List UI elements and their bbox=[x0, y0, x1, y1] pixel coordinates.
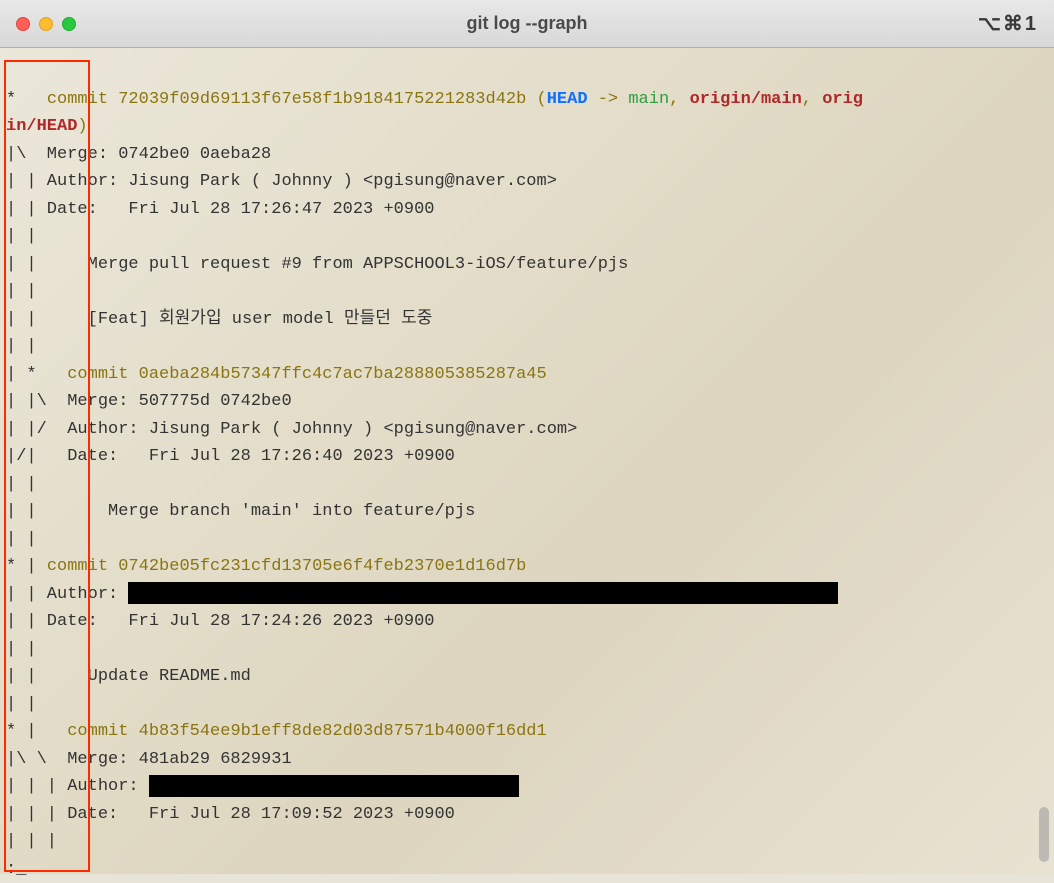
blank-line: | | | bbox=[6, 832, 67, 851]
author-line: | | Author: bbox=[6, 585, 128, 604]
blank-line: | | bbox=[6, 530, 47, 549]
titlebar: git log --graph ⌥⌘1 bbox=[0, 0, 1054, 48]
graph-line: * | bbox=[6, 722, 67, 741]
ref-origin-main: origin/main bbox=[690, 90, 802, 109]
commit-message: | | Merge pull request #9 from APPSCHOOL… bbox=[6, 255, 628, 274]
redacted-author bbox=[128, 582, 838, 604]
close-button[interactable] bbox=[16, 17, 30, 31]
commit-hash: 4b83f54ee9b1eff8de82d03d87571b4000f16dd1 bbox=[139, 722, 547, 741]
commit-label: commit bbox=[67, 722, 138, 741]
maximize-button[interactable] bbox=[62, 17, 76, 31]
commit-message: | | [Feat] 회원가입 user model 만들던 도중 bbox=[6, 310, 432, 329]
commit-message: | | Merge branch 'main' into feature/pjs bbox=[6, 502, 475, 521]
traffic-lights bbox=[16, 17, 76, 31]
commit-hash: 72039f09d69113f67e58f1b9184175221283d42b bbox=[118, 90, 526, 109]
date-line: | | Date: Fri Jul 28 17:26:47 2023 +0900 bbox=[6, 200, 434, 219]
window-title: git log --graph bbox=[467, 13, 588, 34]
blank-line: | | bbox=[6, 475, 47, 494]
ref-arrow: -> bbox=[588, 90, 629, 109]
refs-open: ( bbox=[526, 90, 546, 109]
ref-origin-head: orig bbox=[822, 90, 863, 109]
merge-line: | |\ Merge: 507775d 0742be0 bbox=[6, 392, 292, 411]
blank-line: | | bbox=[6, 695, 47, 714]
minimize-button[interactable] bbox=[39, 17, 53, 31]
merge-line: |\ \ Merge: 481ab29 6829931 bbox=[6, 750, 292, 769]
ref-sep: , bbox=[669, 90, 689, 109]
commit-message: | | Update README.md bbox=[6, 667, 251, 686]
commit-hash: 0742be05fc231cfd13705e6f4feb2370e1d16d7b bbox=[118, 557, 526, 576]
blank-line: | | bbox=[6, 227, 47, 246]
blank-line: | | bbox=[6, 337, 47, 356]
terminal-output[interactable]: * commit 72039f09d69113f67e58f1b91841752… bbox=[0, 48, 1054, 874]
date-line: |/| Date: Fri Jul 28 17:26:40 2023 +0900 bbox=[6, 447, 455, 466]
author-line: | |/ Author: Jisung Park ( Johnny ) <pgi… bbox=[6, 420, 577, 439]
blank-line: | | bbox=[6, 640, 47, 659]
commit-label: commit bbox=[47, 557, 118, 576]
window-shortcut: ⌥⌘1 bbox=[978, 11, 1038, 36]
ref-head: HEAD bbox=[547, 90, 588, 109]
commit-label: commit bbox=[67, 365, 138, 384]
commit-hash: 0aeba284b57347ffc4c7ac7ba288805385287a45 bbox=[139, 365, 547, 384]
graph-line: * | bbox=[6, 557, 47, 576]
pager-prompt[interactable]: : bbox=[6, 860, 26, 879]
author-line: | | | Author: bbox=[6, 777, 149, 796]
author-line: | | Author: Jisung Park ( Johnny ) <pgis… bbox=[6, 172, 557, 191]
graph-line: | * bbox=[6, 365, 67, 384]
date-line: | | | Date: Fri Jul 28 17:09:52 2023 +09… bbox=[6, 805, 455, 824]
date-line: | | Date: Fri Jul 28 17:24:26 2023 +0900 bbox=[6, 612, 434, 631]
refs-close: ) bbox=[77, 117, 87, 136]
merge-line: |\ Merge: 0742be0 0aeba28 bbox=[6, 145, 271, 164]
scrollbar-thumb[interactable] bbox=[1039, 807, 1049, 862]
commit-label: commit bbox=[47, 90, 118, 109]
ref-origin-head-wrap: in/HEAD bbox=[6, 117, 77, 136]
redacted-author bbox=[149, 775, 519, 797]
graph-line: * bbox=[6, 90, 47, 109]
ref-sep: , bbox=[802, 90, 822, 109]
blank-line: | | bbox=[6, 282, 47, 301]
ref-main: main bbox=[628, 90, 669, 109]
